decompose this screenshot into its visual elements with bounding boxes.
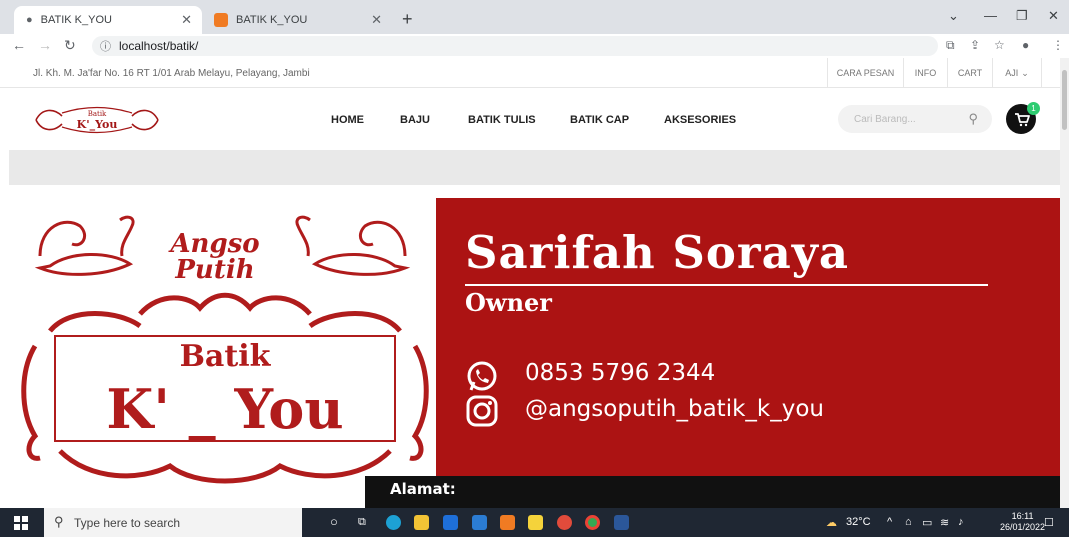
taskbar-search-input[interactable]: ⚲ Type here to search: [44, 508, 302, 537]
search-icon[interactable]: ⚲: [968, 111, 978, 127]
store-icon[interactable]: [443, 515, 458, 530]
chrome-icon[interactable]: [585, 515, 600, 530]
page-scrollbar[interactable]: [1060, 58, 1069, 508]
windows-taskbar: ⚲ Type here to search ○ ⧉ ☁ 32°C ^ ⌂ ▭ ≋…: [0, 508, 1069, 537]
chevron-up-icon[interactable]: ^: [887, 516, 892, 528]
new-tab-button[interactable]: +: [402, 9, 413, 30]
browser-tab-batik-kyou[interactable]: ● BATIK K_YOU ✕: [14, 6, 202, 34]
batik-word-text: Batik: [180, 339, 272, 374]
file-explorer-icon[interactable]: [414, 515, 429, 530]
tab-search-chevron-icon[interactable]: ⌄: [948, 8, 959, 24]
back-arrow-icon[interactable]: ←: [12, 37, 26, 53]
search-placeholder: Cari Barang...: [854, 113, 916, 125]
network-icon[interactable]: ⌂: [905, 516, 912, 528]
edge-icon[interactable]: [386, 515, 401, 530]
menu-kebab-icon[interactable]: ⋮: [1052, 38, 1064, 52]
search-input[interactable]: Cari Barang... ⚲: [838, 105, 992, 133]
search-icon: ⚲: [54, 514, 64, 529]
top-link-cart[interactable]: CART: [947, 58, 992, 88]
globe-icon: ●: [26, 14, 33, 26]
sublime-icon[interactable]: [528, 515, 543, 530]
wifi-icon[interactable]: ≋: [940, 516, 949, 529]
taskbar-search-placeholder: Type here to search: [74, 515, 181, 530]
nav-home[interactable]: HOME: [331, 114, 364, 126]
top-link-info[interactable]: INFO: [903, 58, 947, 88]
restore-icon[interactable]: ❐: [1016, 8, 1028, 24]
instagram-handle: @angsoputih_batik_k_you: [525, 396, 824, 422]
address-label: Alamat:: [390, 480, 456, 498]
tab-title: BATIK K_YOU: [236, 14, 308, 26]
instagram-icon: [466, 395, 498, 427]
store-address: Jl. Kh. M. Ja'far No. 16 RT 1/01 Arab Me…: [33, 68, 310, 79]
nav-aksesories[interactable]: AKSESORIES: [664, 114, 736, 126]
nav-batik-tulis[interactable]: BATIK TULIS: [468, 114, 536, 126]
task-view-icon[interactable]: ⧉: [358, 516, 366, 529]
chevron-down-icon: ⌄: [1021, 67, 1029, 78]
phone-number: 0853 5796 2344: [525, 360, 716, 386]
windows-start-icon[interactable]: [14, 516, 28, 530]
batik-kyou-logo[interactable]: Batik K'_You: [32, 104, 162, 136]
owner-role: Owner: [465, 288, 552, 317]
putih-text: Putih: [174, 255, 254, 285]
nav-batik-cap[interactable]: BATIK CAP: [570, 114, 629, 126]
volume-icon[interactable]: ♪: [958, 516, 964, 528]
user-dropdown[interactable]: AJI ⌄: [992, 58, 1042, 88]
clock-date: 26/01/2022: [1000, 522, 1046, 532]
browser-tab-strip: ● BATIK K_YOU ✕ BATIK K_YOU ✕ + ⌄ — ❐ ✕: [0, 0, 1069, 34]
nav-baju[interactable]: BAJU: [400, 114, 430, 126]
logo-batik-text: Batik: [88, 110, 107, 118]
browser-tab-batik-kyou-2[interactable]: BATIK K_YOU ✕: [202, 6, 392, 34]
top-link-cara-pesan[interactable]: CARA PESAN: [827, 58, 903, 88]
owner-name: Sarifah Soraya: [465, 226, 850, 279]
close-tab-icon[interactable]: ✕: [181, 12, 192, 28]
url-text: localhost/batik/: [119, 39, 199, 53]
xampp-icon[interactable]: [500, 515, 515, 530]
info-icon[interactable]: ⓘ: [100, 38, 111, 54]
opera-icon[interactable]: [557, 515, 572, 530]
mail-icon[interactable]: [472, 515, 487, 530]
web-page: Jl. Kh. M. Ja'far No. 16 RT 1/01 Arab Me…: [0, 58, 1060, 508]
browser-toolbar: ← → ↻ ⓘ localhost/batik/ ⧉ ⇪ ☆ ● ⋮: [0, 34, 1069, 58]
cart-count-badge: 1: [1027, 102, 1040, 115]
clock-time: 16:11: [1011, 511, 1034, 521]
grey-banner-strip: [9, 150, 1060, 185]
divider: [465, 284, 988, 286]
angso-putih-batik-logo-art: Angso Putih Batik K' _ You: [21, 215, 429, 484]
translate-icon[interactable]: ⧉: [946, 38, 955, 53]
owner-banner-image: Angso Putih Batik K' _ You Alamat: Sarif…: [10, 196, 1060, 508]
xampp-favicon-icon: [214, 13, 228, 27]
profile-avatar-icon[interactable]: ●: [1022, 38, 1029, 52]
weather-cloud-icon[interactable]: ☁: [826, 516, 837, 529]
main-navbar: Batik K'_You HOME BAJU BATIK TULIS BATIK…: [0, 88, 1060, 150]
reload-icon[interactable]: ↻: [64, 37, 76, 54]
bookmark-star-icon[interactable]: ☆: [994, 38, 1005, 52]
close-tab-icon[interactable]: ✕: [371, 12, 382, 28]
scrollbar-thumb[interactable]: [1062, 70, 1067, 130]
user-name: AJI: [1005, 68, 1019, 78]
share-icon[interactable]: ⇪: [970, 38, 980, 52]
taskbar-clock[interactable]: 16:11 26/01/2022: [1000, 511, 1045, 533]
close-window-icon[interactable]: ✕: [1048, 8, 1059, 24]
battery-icon[interactable]: ▭: [922, 516, 932, 529]
kyou-text: K' _ You: [106, 377, 343, 441]
address-strip: [365, 476, 1060, 508]
word-icon[interactable]: [614, 515, 629, 530]
cortana-icon[interactable]: ○: [330, 514, 338, 529]
logo-kyou-text: K'_You: [77, 118, 118, 132]
weather-temp[interactable]: 32°C: [846, 516, 871, 528]
address-bar[interactable]: ⓘ localhost/batik/: [92, 36, 938, 56]
minimize-icon[interactable]: —: [984, 8, 997, 23]
top-info-bar: Jl. Kh. M. Ja'far No. 16 RT 1/01 Arab Me…: [0, 58, 1060, 88]
notification-icon[interactable]: ☐: [1044, 516, 1054, 529]
whatsapp-icon: [467, 361, 497, 391]
forward-arrow-icon[interactable]: →: [38, 37, 52, 53]
tab-title: BATIK K_YOU: [40, 14, 112, 26]
